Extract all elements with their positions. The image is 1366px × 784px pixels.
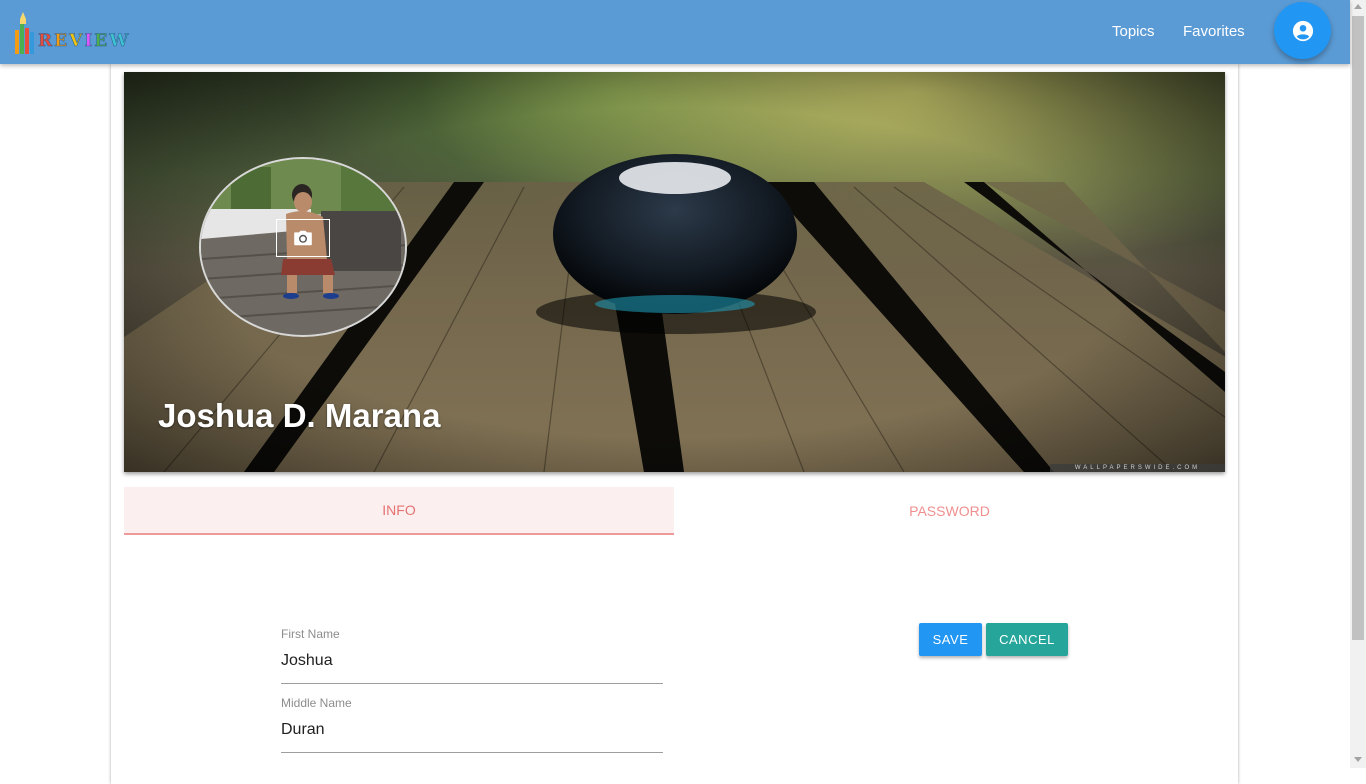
top-navbar: REVIEW Topics Favorites: [0, 0, 1350, 64]
nav-topics-link[interactable]: Topics: [1112, 23, 1155, 40]
first-name-label: First Name: [281, 627, 340, 641]
change-photo-button[interactable]: [276, 219, 330, 257]
account-button[interactable]: [1274, 2, 1331, 59]
cancel-button[interactable]: CANCEL: [986, 623, 1068, 656]
scroll-up-arrow-icon[interactable]: [1354, 4, 1362, 9]
tab-info[interactable]: INFO: [124, 487, 674, 535]
save-button[interactable]: SAVE: [919, 623, 982, 656]
logo-wordmark: REVIEW: [38, 31, 131, 52]
tab-password[interactable]: PASSWORD: [674, 487, 1225, 535]
middle-name-input[interactable]: Duran: [281, 721, 663, 749]
middle-name-label: Middle Name: [281, 696, 352, 710]
camera-icon: [294, 230, 312, 246]
review-logo[interactable]: REVIEW: [14, 12, 146, 54]
account-circle-icon: [1292, 20, 1313, 41]
cover-watermark: WALLPAPERSWIDE.COM: [1050, 464, 1225, 472]
pencils-icon: [15, 12, 34, 54]
middle-name-field[interactable]: Middle Name Duran: [281, 696, 663, 753]
nav-favorites-link[interactable]: Favorites: [1183, 23, 1245, 40]
first-name-input[interactable]: Joshua: [281, 652, 663, 680]
scroll-down-arrow-icon[interactable]: [1354, 757, 1362, 762]
scrollbar-thumb[interactable]: [1352, 16, 1364, 640]
first-name-field[interactable]: First Name Joshua: [281, 627, 663, 684]
profile-name: Joshua D. Marana: [158, 397, 441, 434]
